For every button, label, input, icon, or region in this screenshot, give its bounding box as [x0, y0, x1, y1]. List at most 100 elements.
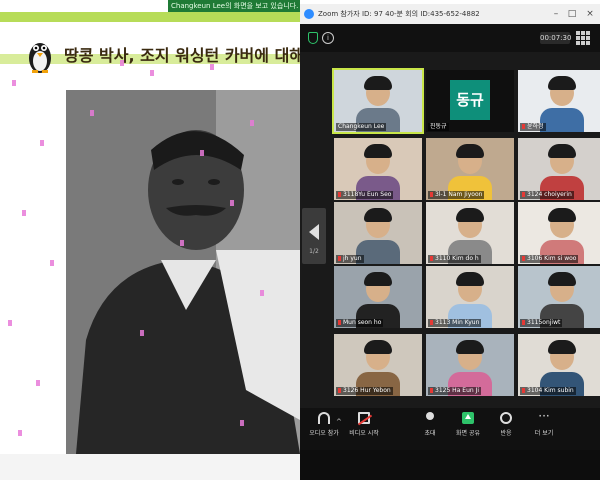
participant-hair	[456, 144, 484, 158]
participant-name-label: 윤하정	[520, 123, 546, 131]
participant-name-label: 3118Yu Eun Seo	[336, 191, 394, 199]
participant-name-label: Changkeun Lee	[336, 123, 387, 131]
participant-name: Changkeun Lee	[338, 123, 385, 130]
muted-mic-icon	[522, 320, 525, 325]
shared-slide: 땅콩 박사, 조지 워싱턴 카버에 대해 알아	[0, 0, 300, 480]
start-video-label: 비디오 시작	[349, 430, 379, 437]
muted-mic-icon	[430, 388, 433, 393]
participant-hair	[456, 208, 484, 222]
participant-name-label: 3124 choiyerin	[520, 191, 574, 199]
invite-button[interactable]: 초대	[410, 412, 450, 437]
participant-tile[interactable]: 3125 Ha Eun Ji	[426, 334, 514, 396]
participant-hair	[456, 340, 484, 354]
participant-tile[interactable]: 동규 진동규	[426, 70, 514, 132]
participant-name: 3106 Kim si woo	[527, 255, 577, 262]
zoom-titlebar: Zoom 참가자 ID: 97 40-분 회의 ID:435-652-4882 …	[300, 4, 600, 24]
participant-tile[interactable]: Changkeun Lee	[332, 68, 424, 134]
more-label: 더 보기	[534, 430, 554, 437]
header-band	[0, 12, 300, 22]
more-dots-icon: ···	[538, 409, 550, 423]
participant-hair	[364, 272, 392, 286]
participant-tile[interactable]: 3115onjiwt	[518, 266, 600, 328]
muted-mic-icon	[430, 192, 433, 197]
muted-mic-icon	[338, 388, 341, 393]
minimize-icon[interactable]: –	[548, 4, 564, 24]
slide-title: 땅콩 박사, 조지 워싱턴 카버에 대해 알아	[64, 46, 300, 65]
meeting-timer: 00:07:30	[540, 32, 572, 44]
participant-hair	[364, 340, 392, 354]
participant-tile[interactable]: jh yun	[334, 202, 422, 264]
share-screen-button[interactable]: 화면 공유	[448, 412, 488, 437]
participant-name-card: 동규	[450, 80, 490, 120]
participant-name-label: 3106 Kim si woo	[520, 255, 579, 263]
screen-share-banner: Changkeun Lee의 화면을 보고 있습니다.	[168, 0, 300, 12]
zoom-window: Zoom 참가자 ID: 97 40-분 회의 ID:435-652-4882 …	[300, 4, 600, 480]
participant-name-label: 3110 Kim do h	[428, 255, 481, 263]
participant-tile[interactable]: 3126 Hur Yebon	[334, 334, 422, 396]
participant-name: 3104 Kim subin	[527, 387, 574, 394]
participant-name-label: 3l-1 Nam Jiyoon	[428, 191, 485, 199]
muted-mic-icon	[430, 256, 433, 261]
participant-name: 3118Yu Eun Seo	[343, 191, 392, 198]
participant-hair	[364, 76, 392, 90]
muted-mic-icon	[338, 256, 341, 261]
gallery-view-icon[interactable]	[576, 31, 590, 45]
maximize-icon[interactable]: □	[564, 4, 580, 24]
participant-hair	[548, 144, 576, 158]
participant-hair	[548, 340, 576, 354]
participant-hair	[364, 144, 392, 158]
video-off-icon	[358, 412, 370, 424]
participant-name-label: 3126 Hur Yebon	[336, 387, 393, 395]
meeting-info-icon[interactable]: i	[322, 32, 334, 44]
reactions-button[interactable]: 반응	[486, 412, 526, 437]
participant-name-label: 3104 Kim subin	[520, 387, 576, 395]
participant-tile[interactable]: 3104 Kim subin	[518, 334, 600, 396]
muted-mic-icon	[522, 192, 525, 197]
meeting-toolbar: 오디오 참가 ^ 비디오 시작 초대 화면 공유 반응 ··· 더 보기	[300, 408, 600, 450]
audio-options-chevron-icon[interactable]: ^	[336, 418, 342, 426]
participant-name: 3115onjiwt	[527, 319, 561, 326]
encryption-shield-icon[interactable]	[308, 32, 318, 44]
participant-tile[interactable]: 3l-1 Nam Jiyoon	[426, 138, 514, 200]
participant-name: 3110 Kim do h	[435, 255, 479, 262]
share-screen-icon	[462, 412, 474, 424]
portrait-photo	[66, 90, 300, 454]
share-screen-label: 화면 공유	[456, 430, 480, 437]
participant-tile[interactable]: 3106 Kim si woo	[518, 202, 600, 264]
portrait-illustration	[66, 90, 300, 454]
participant-body	[540, 108, 584, 132]
headphone-icon	[318, 412, 330, 424]
participant-tile[interactable]: 3110 Kim do h	[426, 202, 514, 264]
participant-name-label: 3115onjiwt	[520, 319, 563, 327]
reactions-label: 반응	[500, 430, 512, 437]
participant-name-label: 3113 Min Kyun	[428, 319, 482, 327]
slide-footer	[0, 454, 300, 480]
start-video-button[interactable]: 비디오 시작	[344, 412, 384, 437]
participant-name: 3125 Ha Eun Ji	[435, 387, 480, 394]
participant-name: 진동규	[430, 123, 447, 130]
muted-mic-icon	[338, 192, 341, 197]
muted-mic-icon	[522, 388, 525, 393]
participant-hair	[456, 272, 484, 286]
participant-name-label: Mun seon ho	[336, 319, 384, 327]
participant-tile[interactable]: 3124 choiyerin	[518, 138, 600, 200]
participant-tile[interactable]: 3118Yu Eun Seo	[334, 138, 422, 200]
penguin-mascot-icon	[29, 43, 51, 73]
close-icon[interactable]: ×	[582, 4, 598, 24]
participant-name-label: 진동규	[428, 123, 449, 131]
participant-hair	[548, 272, 576, 286]
participant-tile[interactable]: Mun seon ho	[334, 266, 422, 328]
participant-hair	[548, 208, 576, 222]
participant-tile[interactable]: 3113 Min Kyun	[426, 266, 514, 328]
page-indicator: 1/2	[309, 248, 319, 255]
join-audio-label: 오디오 참가	[309, 430, 339, 437]
more-button[interactable]: ··· 더 보기	[524, 409, 564, 437]
participant-name: 윤하정	[527, 123, 544, 130]
muted-mic-icon	[338, 320, 341, 325]
invite-label: 초대	[424, 430, 436, 437]
participant-tile[interactable]: 윤하정	[518, 70, 600, 132]
previous-page-button[interactable]: 1/2	[302, 208, 326, 264]
muted-mic-icon	[522, 124, 525, 129]
participant-name: 3126 Hur Yebon	[343, 387, 391, 394]
muted-mic-icon	[430, 320, 433, 325]
